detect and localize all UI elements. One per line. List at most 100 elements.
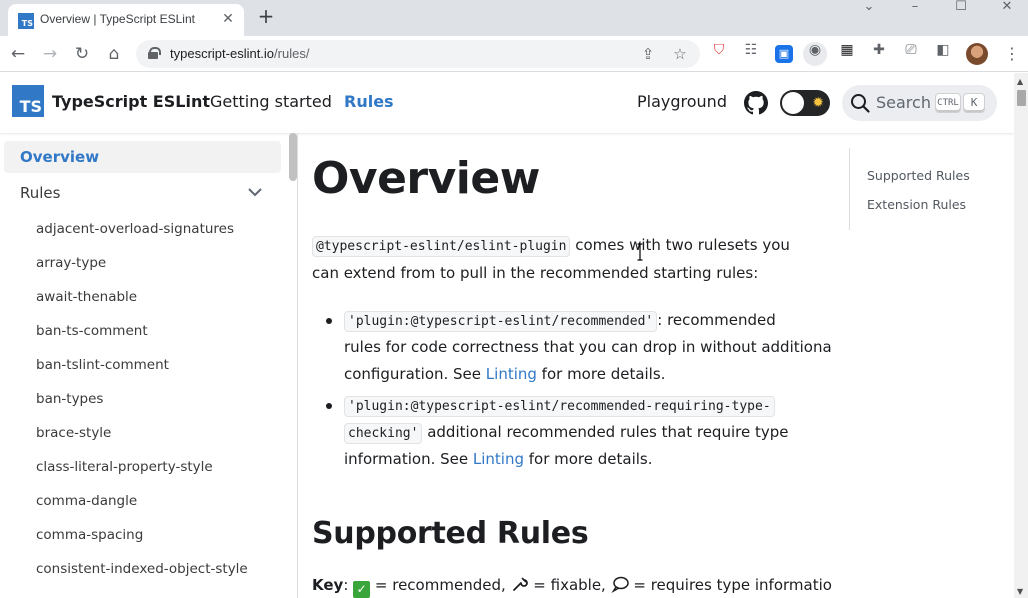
minimize-icon[interactable]: – (892, 0, 938, 16)
sidebar-item-rule[interactable]: await-thenable (36, 289, 137, 305)
toc-item[interactable]: Supported Rules (867, 168, 970, 183)
scroll-down-icon[interactable]: ▼ (1017, 587, 1023, 596)
inline-code: @typescript-eslint/eslint-plugin (312, 236, 571, 257)
bullet-1-more: for more details. (536, 365, 666, 383)
bookmark-star-icon[interactable]: ☆ (670, 44, 690, 64)
sidebar-scrollbar[interactable] (289, 133, 297, 598)
lock-icon[interactable] (148, 47, 161, 59)
theme-toggle[interactable]: ✹ (780, 90, 830, 116)
site-brand[interactable]: TypeScript ESLint (52, 92, 210, 111)
sun-icon: ✹ (812, 95, 824, 111)
browser-tabstrip: TS Overview | TypeScript ESLint ✕ + ⌄ – … (0, 0, 1028, 36)
bullet-1-see: configuration. See (344, 365, 486, 383)
sidebar-item-rule[interactable]: brace-style (36, 425, 111, 441)
intro-line-1: @typescript-eslint/eslint-plugin comes w… (312, 232, 790, 259)
text-cursor-icon (637, 243, 643, 261)
extension-dark-icon[interactable]: ▦ (835, 42, 859, 66)
back-icon[interactable]: ← (6, 42, 30, 66)
sidebar-item-rule[interactable]: consistent-indexed-object-style (36, 561, 248, 577)
list-bullet (326, 318, 332, 324)
toggle-knob (782, 92, 804, 114)
web-page: TS TypeScript ESLint Getting started Rul… (0, 73, 1014, 598)
nav-playground[interactable]: Playground (637, 92, 727, 111)
toc-item[interactable]: Extension Rules (867, 197, 966, 212)
nav-rules[interactable]: Rules (344, 92, 394, 111)
sidebar-item-overview[interactable]: Overview (4, 141, 281, 173)
bullet-1-text: : recommended (657, 311, 776, 329)
search-icon (851, 94, 870, 113)
supported-rules-heading: Supported Rules (312, 516, 589, 551)
new-tab-button[interactable]: + (256, 6, 276, 26)
scroll-up-icon[interactable]: ▲ (1017, 77, 1023, 86)
speech-bubble-icon (610, 576, 629, 594)
bullet-2-text: additional recommended rules that requir… (422, 423, 789, 441)
search-button[interactable]: Search CTRL K (842, 85, 997, 121)
sidebar-item-rule[interactable]: class-literal-property-style (36, 459, 213, 475)
cast-icon[interactable]: ⎚ (899, 42, 923, 66)
puzzle-icon[interactable]: ✚ (867, 42, 891, 66)
sidebar-item-rule[interactable]: ban-tslint-comment (36, 357, 169, 373)
sidebar-scroll-thumb[interactable] (289, 133, 297, 181)
bullet-2-line-1: 'plugin:@typescript-eslint/recommended-r… (344, 392, 775, 419)
reload-icon[interactable]: ↻ (70, 42, 94, 66)
inline-code: checking' (344, 423, 423, 444)
extension-list-icon[interactable]: ☷ (739, 42, 763, 66)
url-host: typescript-eslint.io (170, 46, 275, 61)
bullet-1-line-2: rules for code correctness that you can … (344, 338, 832, 356)
bullet-1-line-1: 'plugin:@typescript-eslint/recommended':… (344, 307, 776, 334)
sidebar-item-rule[interactable]: ban-types (36, 391, 103, 407)
key-colon: : (343, 576, 354, 594)
pocket-icon[interactable]: ⛉ (707, 42, 731, 66)
kbd-ctrl: CTRL (936, 94, 960, 112)
intro-text: comes with two rulesets you (570, 236, 790, 254)
linting-link[interactable]: Linting (486, 365, 537, 383)
url-text[interactable]: typescript-eslint.io/rules/ (170, 46, 309, 61)
kbd-k: K (964, 94, 984, 112)
inline-code: 'plugin:@typescript-eslint/recommended-r… (344, 396, 775, 417)
site-logo[interactable]: TS (12, 85, 44, 117)
key-recommended: = recommended, (370, 576, 511, 594)
wrench-icon (512, 577, 528, 591)
chevron-down-icon[interactable] (245, 184, 265, 200)
bullet-2-more: for more details. (523, 450, 653, 468)
sidebar-item-rule[interactable]: array-type (36, 255, 106, 271)
sidebar-category-rules[interactable]: Rules (20, 184, 60, 202)
docs-sidebar: Overview Rules adjacent-overload-signatu… (0, 133, 298, 598)
nav-getting-started[interactable]: Getting started (210, 92, 332, 111)
key-type-info: = requires type information (628, 576, 832, 594)
sidebar-item-rule[interactable]: ban-ts-comment (36, 323, 148, 339)
page-scrollbar[interactable]: ▲ ▼ (1014, 73, 1028, 598)
key-label: Key (312, 576, 344, 594)
github-icon[interactable] (744, 91, 768, 115)
bullet-2-see: information. See (344, 450, 473, 468)
site-navbar: TS TypeScript ESLint Getting started Rul… (0, 73, 1014, 133)
address-bar[interactable]: typescript-eslint.io/rules/ ⇪ ☆ (136, 40, 700, 68)
tab-favicon: TS (18, 13, 34, 29)
share-icon[interactable]: ⇪ (638, 44, 658, 64)
window-close-icon[interactable]: ✕ (984, 0, 1028, 16)
page-scroll-thumb[interactable] (1017, 90, 1026, 106)
url-path: /rules/ (274, 46, 310, 61)
forward-icon[interactable]: → (38, 42, 62, 66)
bullet-1-line-3: configuration. See Linting for more deta… (344, 361, 665, 388)
home-icon[interactable]: ⌂ (102, 42, 126, 66)
list-bullet (326, 403, 332, 409)
profile-avatar[interactable] (966, 43, 988, 65)
kebab-menu-icon[interactable]: ⋮ (1002, 42, 1022, 66)
extension-blue-icon[interactable]: ▣ (775, 45, 793, 63)
extension-dog-icon[interactable]: ◉ (803, 42, 827, 66)
tab-close-icon[interactable]: ✕ (220, 11, 236, 27)
tab-search-chevron-icon[interactable]: ⌄ (846, 0, 892, 16)
sidebar-item-rule[interactable]: comma-dangle (36, 493, 137, 509)
key-fixable: = fixable, (528, 576, 611, 594)
sidebar-item-rule[interactable]: comma-spacing (36, 527, 143, 543)
maximize-icon[interactable]: ☐ (938, 0, 984, 16)
page-title: Overview (312, 153, 540, 204)
browser-tab[interactable]: TS Overview | TypeScript ESLint ✕ (8, 4, 244, 36)
side-panel-icon[interactable]: ◧ (931, 42, 955, 66)
intro-line-2: can extend from to pull in the recommend… (312, 264, 759, 282)
search-label: Search (876, 93, 931, 112)
linting-link[interactable]: Linting (473, 450, 524, 468)
sidebar-item-rule[interactable]: adjacent-overload-signatures (36, 221, 234, 237)
rules-key: Key: ✓ = recommended, = fixable, = requi… (312, 574, 832, 598)
